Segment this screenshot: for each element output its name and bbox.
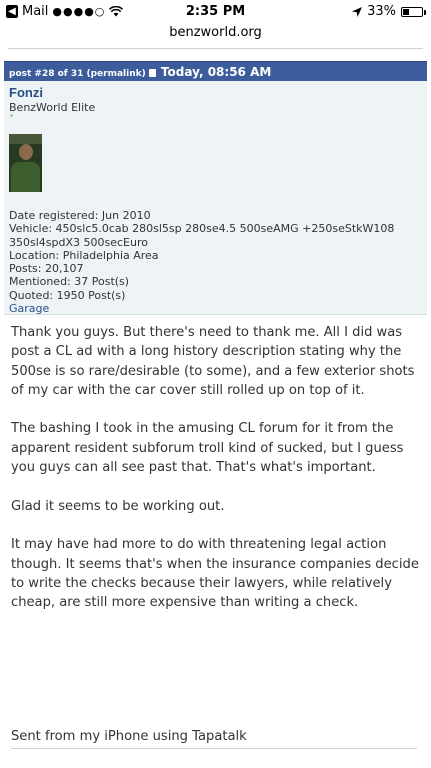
post-permalink[interactable]: post #28 of 31 (permalink) [9, 69, 146, 79]
user-details: Date registered: Jun 2010 Vehicle: 450sl… [9, 209, 424, 315]
avatar-shirt [11, 162, 40, 192]
detail-mentioned: Mentioned: 37 Post(s) [9, 275, 130, 289]
message-paragraph: It may have had more to do with threaten… [11, 537, 419, 611]
detail-quoted: Quoted: 1950 Post(s) [9, 288, 126, 302]
detail-vehicle-cont: 350sl4spdX3 500secEuro [9, 235, 148, 249]
url-bar[interactable]: benzworld.org [0, 22, 431, 46]
detail-location: Location: Philadelphia Area [9, 248, 159, 262]
post-message: Thank you guys. But there's need to than… [11, 323, 421, 632]
garage-link[interactable]: Garage [9, 302, 424, 315]
user-title: BenzWorld Elite [9, 101, 96, 114]
avatar-face [19, 144, 33, 160]
battery-percent: 33% [367, 4, 396, 19]
user-avatar[interactable] [9, 134, 42, 192]
post-signature: Sent from my iPhone using Tapatalk [11, 729, 247, 744]
reputation-icon: * [10, 113, 14, 122]
battery-icon [401, 6, 426, 17]
divider [11, 748, 417, 749]
detail-posts: Posts: 20,107 [9, 262, 84, 276]
detail-date-registered: Date registered: Jun 2010 [9, 209, 151, 222]
document-icon [148, 69, 156, 77]
post-timestamp: Today, 08:56 AM [160, 65, 272, 79]
detail-vehicle: Vehicle: 450slc5.0cab 280sl5sp 280se4.5 … [9, 222, 395, 236]
user-panel: Fonzi BenzWorld Elite * Date registered:… [4, 81, 427, 315]
message-paragraph: The bashing I took in the amusing CL for… [11, 421, 404, 476]
message-paragraph: Glad it seems to be working out. [11, 498, 225, 514]
post-header: post #28 of 31 (permalink) Today, 08:56 … [4, 61, 427, 81]
divider [8, 48, 423, 49]
avatar-background [9, 134, 42, 144]
status-right: 33% [352, 4, 426, 19]
message-paragraph: Thank you guys. But there's need to than… [11, 325, 415, 398]
username-link[interactable]: Fonzi [9, 85, 43, 100]
status-bar: ◀ Mail ●●●●○ 2:35 PM 33% [0, 0, 431, 22]
location-arrow-icon [352, 6, 363, 17]
